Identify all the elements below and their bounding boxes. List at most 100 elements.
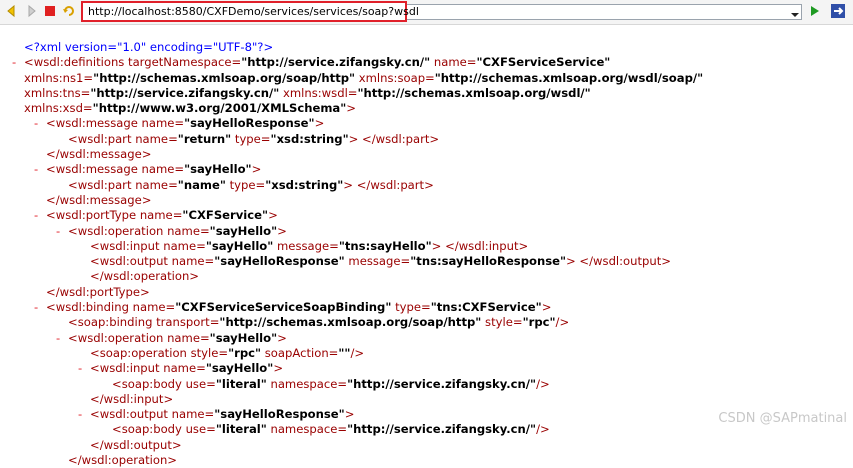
xml-attribute: name= <box>167 223 210 238</box>
watermark: CSDN @SAPmatinal <box>718 411 847 426</box>
xml-value: "http://service.zifangsky.cn/" <box>90 85 280 100</box>
xml-value: "return" <box>177 131 232 146</box>
xml-attribute: name= <box>430 55 477 70</box>
xml-line: </wsdl:operation> <box>0 269 853 284</box>
xml-value: "tns:CXFService" <box>430 300 542 315</box>
xml-value: "rpc" <box>522 315 556 330</box>
xml-tag: > <box>541 300 552 315</box>
xml-value: "literal" <box>215 422 267 437</box>
go-icon[interactable] <box>807 3 823 19</box>
xml-value: "sayHelloResponse" <box>184 116 315 131</box>
xml-tag: > <box>273 361 284 376</box>
xml-text: <wsdl:output name="sayHelloResponse"> <box>90 407 354 422</box>
xml-attribute: type= <box>391 300 431 315</box>
collapse-toggle[interactable]: - <box>56 224 60 239</box>
exit-icon[interactable] <box>830 3 846 19</box>
xml-value: "CXFServiceServiceSoapBinding" <box>175 300 392 315</box>
xml-value: "http://service.zifangsky.cn/" <box>241 55 431 70</box>
xml-value: "literal" <box>215 376 267 391</box>
xml-text: xmlns:xsd="http://www.w3.org/2001/XMLSch… <box>24 101 356 116</box>
url-text[interactable]: http://localhost:8580/CXFDemo/services/s… <box>88 5 419 19</box>
xml-attribute: type= <box>225 177 266 192</box>
xml-tag: <wsdl:message <box>46 162 142 177</box>
xml-line: <?xml version="1.0" encoding="UTF-8"?> <box>0 40 853 55</box>
forward-icon[interactable] <box>23 3 39 19</box>
xml-tag: </wsdl:operation> <box>68 453 178 468</box>
stop-icon[interactable] <box>42 3 58 19</box>
xml-tag: <soap:operation <box>90 345 191 360</box>
xml-line: - <wsdl:operation name="sayHello"> <box>0 224 853 239</box>
xml-line: <wsdl:part name="name" type="xsd:string"… <box>0 178 853 193</box>
xml-attribute: xmlns:ns1= <box>24 70 94 85</box>
xml-text: <wsdl:binding name="CXFServiceServiceSoa… <box>46 300 551 315</box>
xml-text: <wsdl:message name="sayHelloResponse"> <box>46 116 324 131</box>
xml-line: </wsdl:output> <box>0 438 853 453</box>
xml-tag: > </wsdl:output> <box>566 254 672 269</box>
xml-attribute: namespace= <box>266 422 348 437</box>
xml-attribute: name= <box>141 116 185 131</box>
xml-value: "sayHello" <box>209 330 278 345</box>
xml-text: <soap:body use="literal" namespace="http… <box>112 422 550 437</box>
collapse-toggle[interactable]: - <box>78 361 82 376</box>
xml-attribute: name= <box>132 300 176 315</box>
collapse-toggle[interactable]: - <box>34 162 38 177</box>
xml-attribute: name= <box>171 254 215 269</box>
xml-tag: </wsdl:input> <box>90 391 174 406</box>
xml-tag: <wsdl:definitions <box>24 55 129 70</box>
xml-text: <soap:operation style="rpc" soapAction="… <box>90 346 364 361</box>
xml-tag: </wsdl:output> <box>90 437 182 452</box>
xml-tag: /> <box>555 315 570 330</box>
xml-attribute: targetNamespace= <box>128 55 242 70</box>
xml-tag: > </wsdl:part> <box>343 177 434 192</box>
xml-line: </wsdl:message> <box>0 147 853 162</box>
xml-line: - <wsdl:message name="sayHelloResponse"> <box>0 116 853 131</box>
back-icon[interactable] <box>4 3 20 19</box>
xml-attribute: name= <box>139 208 183 223</box>
xml-attribute: message= <box>344 254 411 269</box>
xml-value: "sayHello" <box>184 162 252 177</box>
xml-value: "tns:sayHello" <box>338 238 432 253</box>
xml-value: "sayHello" <box>209 223 278 238</box>
xml-value: "sayHello" <box>205 361 274 376</box>
xml-line: - <wsdl:definitions targetNamespace="http… <box>0 55 853 70</box>
collapse-toggle[interactable]: - <box>34 300 38 315</box>
xml-line: <soap:binding transport="http://schemas.… <box>0 315 853 330</box>
xml-tag: </wsdl:portType> <box>46 284 150 299</box>
collapse-toggle[interactable]: - <box>34 208 38 223</box>
xml-value: "" <box>338 345 351 360</box>
xml-attribute: xmlns:xsd= <box>24 101 93 116</box>
xml-attribute: name= <box>171 407 215 422</box>
refresh-icon[interactable] <box>61 3 77 19</box>
collapse-toggle[interactable]: - <box>34 116 38 131</box>
xml-value: "CXFServiceService" <box>476 55 611 70</box>
xml-tag: /> <box>536 376 550 391</box>
xml-text: </wsdl:message> <box>46 193 151 208</box>
xml-attribute: namespace= <box>266 376 348 391</box>
xml-tag: <wsdl:output <box>90 254 172 269</box>
xml-attribute: soapAction= <box>261 345 339 360</box>
xml-line: <soap:operation style="rpc" soapAction="… <box>0 346 853 361</box>
xml-text: <wsdl:input name="sayHello" message="tns… <box>90 239 528 254</box>
xml-line: </wsdl:message> <box>0 193 853 208</box>
xml-line: - <wsdl:operation name="sayHello"> <box>0 331 853 346</box>
xml-value: "http://schemas.xmlsoap.org/soap/http" <box>219 315 482 330</box>
xml-tag: <wsdl:input <box>90 361 164 376</box>
xml-value: "xsd:string" <box>265 177 344 192</box>
chevron-down-icon[interactable] <box>790 6 800 18</box>
xml-text: <wsdl:input name="sayHello"> <box>90 361 283 376</box>
xml-tag: </wsdl:message> <box>46 147 152 162</box>
xml-tag: <wsdl:output <box>90 407 172 422</box>
collapse-toggle[interactable]: - <box>78 407 82 422</box>
xml-tag: <wsdl:portType <box>46 208 140 223</box>
xml-tag: <wsdl:part <box>68 177 136 192</box>
collapse-toggle[interactable]: - <box>56 331 60 346</box>
xml-text: <soap:binding transport="http://schemas.… <box>68 315 569 330</box>
xml-text: </wsdl:message> <box>46 147 151 162</box>
xml-tag: <wsdl:input <box>90 238 164 253</box>
xml-tag: /> <box>350 345 365 360</box>
collapse-toggle[interactable]: - <box>12 55 16 70</box>
xml-text: <wsdl:portType name="CXFService"> <box>46 208 278 223</box>
xml-tag: <wsdl:message <box>46 116 142 131</box>
xml-attribute: use= <box>185 422 216 437</box>
xml-attribute: name= <box>141 162 185 177</box>
